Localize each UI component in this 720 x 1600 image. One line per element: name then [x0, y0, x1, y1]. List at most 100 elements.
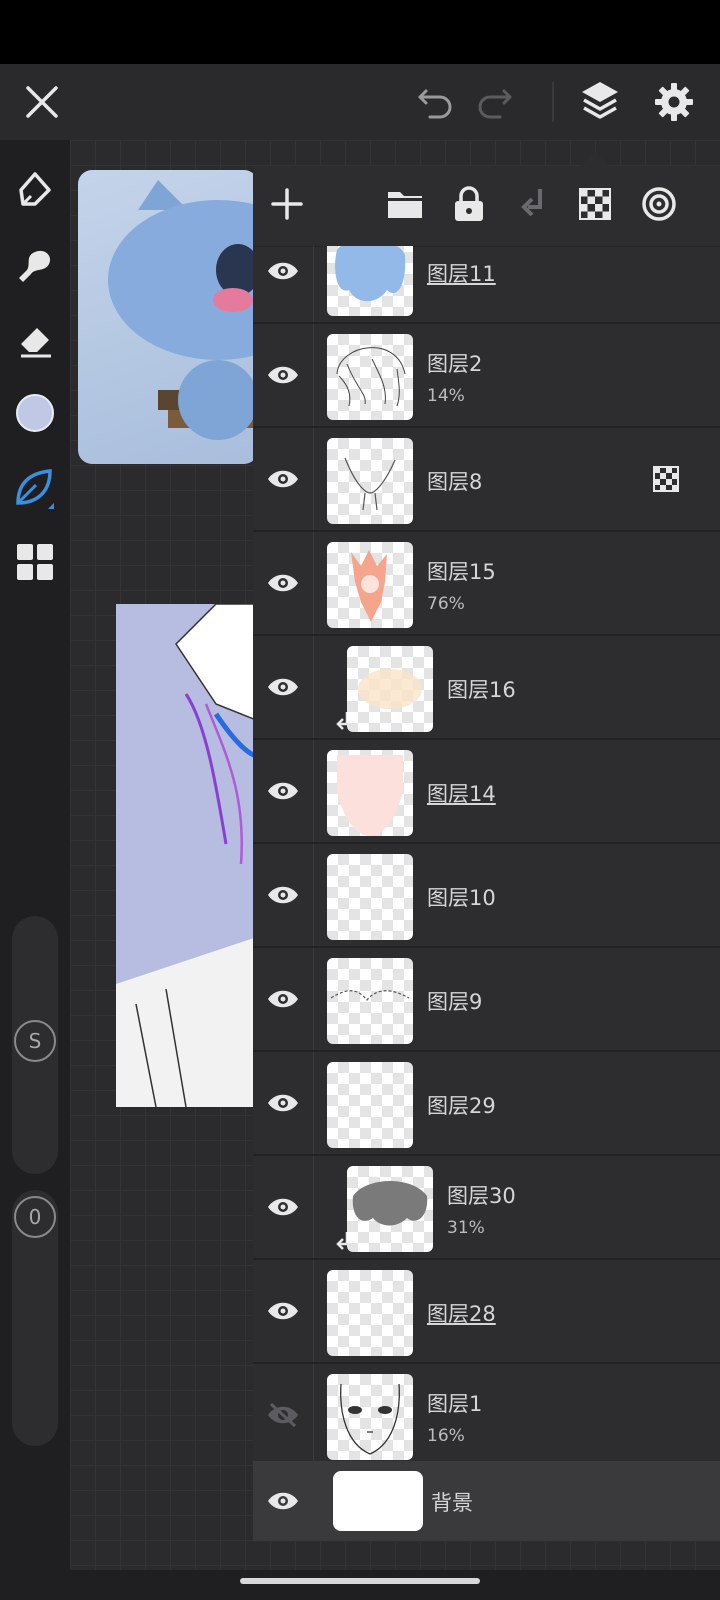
artwork-preview [116, 604, 266, 1107]
visibility-toggle[interactable] [253, 1052, 314, 1154]
menu-grid-button[interactable] [7, 534, 63, 590]
layer-panel-toolbar [253, 166, 720, 247]
eye-icon [268, 366, 298, 384]
leaf-brush-tool[interactable] [7, 460, 63, 516]
eye-off-icon [268, 1402, 298, 1428]
layer-row[interactable]: 图层30 31% [253, 1156, 720, 1260]
visibility-toggle[interactable] [253, 1364, 314, 1461]
layer-row[interactable]: 图层16 [253, 636, 720, 740]
visibility-toggle[interactable] [253, 1156, 314, 1258]
layer-row[interactable]: 图层9 [253, 948, 720, 1052]
undo-icon [418, 89, 452, 119]
eye-icon [268, 262, 298, 280]
status-bar [0, 0, 720, 64]
layer-name: 图层14 [427, 782, 496, 806]
layer-row[interactable]: 图层10 [253, 844, 720, 948]
leaf-brush-icon [16, 469, 54, 509]
background-layer-row[interactable]: 背景 [253, 1461, 720, 1541]
eye-icon [268, 1094, 298, 1112]
folder-icon [388, 192, 422, 218]
alpha-lock-button[interactable] [569, 178, 621, 230]
tool-sidebar: S 0 [0, 140, 70, 1570]
grid-menu-icon [17, 544, 53, 580]
navigation-bar [0, 1570, 720, 1600]
eye-icon [268, 678, 298, 696]
pen-icon [19, 172, 51, 206]
layer-thumbnail [327, 438, 413, 524]
visibility-toggle[interactable] [253, 1461, 313, 1541]
eye-icon [268, 886, 298, 904]
brush-size-slider[interactable]: S [12, 916, 58, 1174]
color-swatch [16, 394, 54, 432]
layer-row[interactable]: 图层15 76% [253, 532, 720, 636]
eraser-tool[interactable] [7, 312, 63, 368]
panel-pointer [581, 152, 609, 166]
layer-row[interactable]: 图层29 [253, 1052, 720, 1156]
layer-thumbnail [327, 542, 413, 628]
layer-name: 图层16 [447, 678, 516, 702]
layer-name: 图层11 [427, 262, 496, 286]
visibility-toggle[interactable] [253, 532, 314, 634]
visibility-toggle[interactable] [253, 324, 314, 426]
merge-down-button[interactable] [507, 178, 559, 230]
layer-name: 图层2 [427, 352, 483, 376]
layer-thumbnail [347, 1166, 433, 1252]
reference-image[interactable] [78, 170, 258, 464]
background-thumbnail [333, 1471, 423, 1531]
merge-down-icon [521, 189, 542, 217]
layer-name: 图层1 [427, 1392, 483, 1416]
color-picker-button[interactable] [7, 385, 63, 441]
layer-row[interactable]: 图层28 [253, 1260, 720, 1364]
layer-name: 图层15 [427, 560, 496, 584]
undo-button[interactable] [408, 74, 464, 130]
layer-row[interactable]: 图层11 [253, 246, 720, 324]
eraser-icon [21, 328, 51, 358]
layer-name: 图层29 [427, 1094, 496, 1118]
visibility-toggle[interactable] [253, 428, 314, 530]
add-folder-button[interactable] [379, 178, 431, 230]
layer-row[interactable]: 图层2 14% [253, 324, 720, 428]
layer-name: 图层10 [427, 886, 496, 910]
checker-icon [579, 188, 611, 220]
brush-size-knob[interactable]: S [14, 1020, 56, 1062]
layer-thumbnail [327, 854, 413, 940]
settings-button[interactable] [646, 74, 702, 130]
layer-opacity: 16% [427, 1426, 465, 1446]
layer-name: 图层30 [447, 1184, 516, 1208]
artwork-sketch [116, 604, 266, 1107]
redo-button[interactable] [466, 74, 522, 130]
blend-mode-button[interactable] [633, 178, 685, 230]
layers-icon [582, 82, 618, 119]
layers-button[interactable] [572, 72, 628, 128]
lock-icon [455, 186, 483, 221]
layer-thumbnail [327, 958, 413, 1044]
layer-row[interactable]: 图层14 [253, 740, 720, 844]
layer-thumbnail [327, 246, 413, 316]
eye-icon [268, 782, 298, 800]
layer-panel: 图层11 图层2 14% 图层8 图层15 76% 图层16 图层14 图层10… [253, 166, 720, 1542]
brush-opacity-knob[interactable]: 0 [14, 1196, 56, 1238]
visibility-toggle[interactable] [253, 246, 314, 322]
visibility-toggle[interactable] [253, 948, 314, 1050]
layer-row[interactable]: 图层8 [253, 428, 720, 532]
layer-row[interactable]: 图层1 16% [253, 1364, 720, 1461]
brush-opacity-slider[interactable]: 0 [12, 1190, 58, 1446]
layer-thumbnail [347, 646, 433, 732]
visibility-toggle[interactable] [253, 636, 314, 738]
settings-icon [655, 83, 693, 121]
background-layer-name: 背景 [431, 1491, 473, 1515]
brush-tool[interactable] [7, 238, 63, 294]
add-icon [271, 188, 303, 220]
visibility-toggle[interactable] [253, 740, 314, 842]
visibility-toggle[interactable] [253, 844, 314, 946]
close-button[interactable] [14, 74, 70, 130]
add-layer-button[interactable] [261, 178, 313, 230]
visibility-toggle[interactable] [253, 1260, 314, 1362]
layer-thumbnail [327, 750, 413, 836]
home-indicator[interactable] [240, 1578, 480, 1584]
layer-list[interactable]: 图层11 图层2 14% 图层8 图层15 76% 图层16 图层14 图层10… [253, 246, 720, 1461]
lock-layer-button[interactable] [443, 178, 495, 230]
eye-icon [268, 1198, 298, 1216]
eye-icon [268, 1492, 298, 1510]
pen-tool[interactable] [7, 162, 63, 218]
